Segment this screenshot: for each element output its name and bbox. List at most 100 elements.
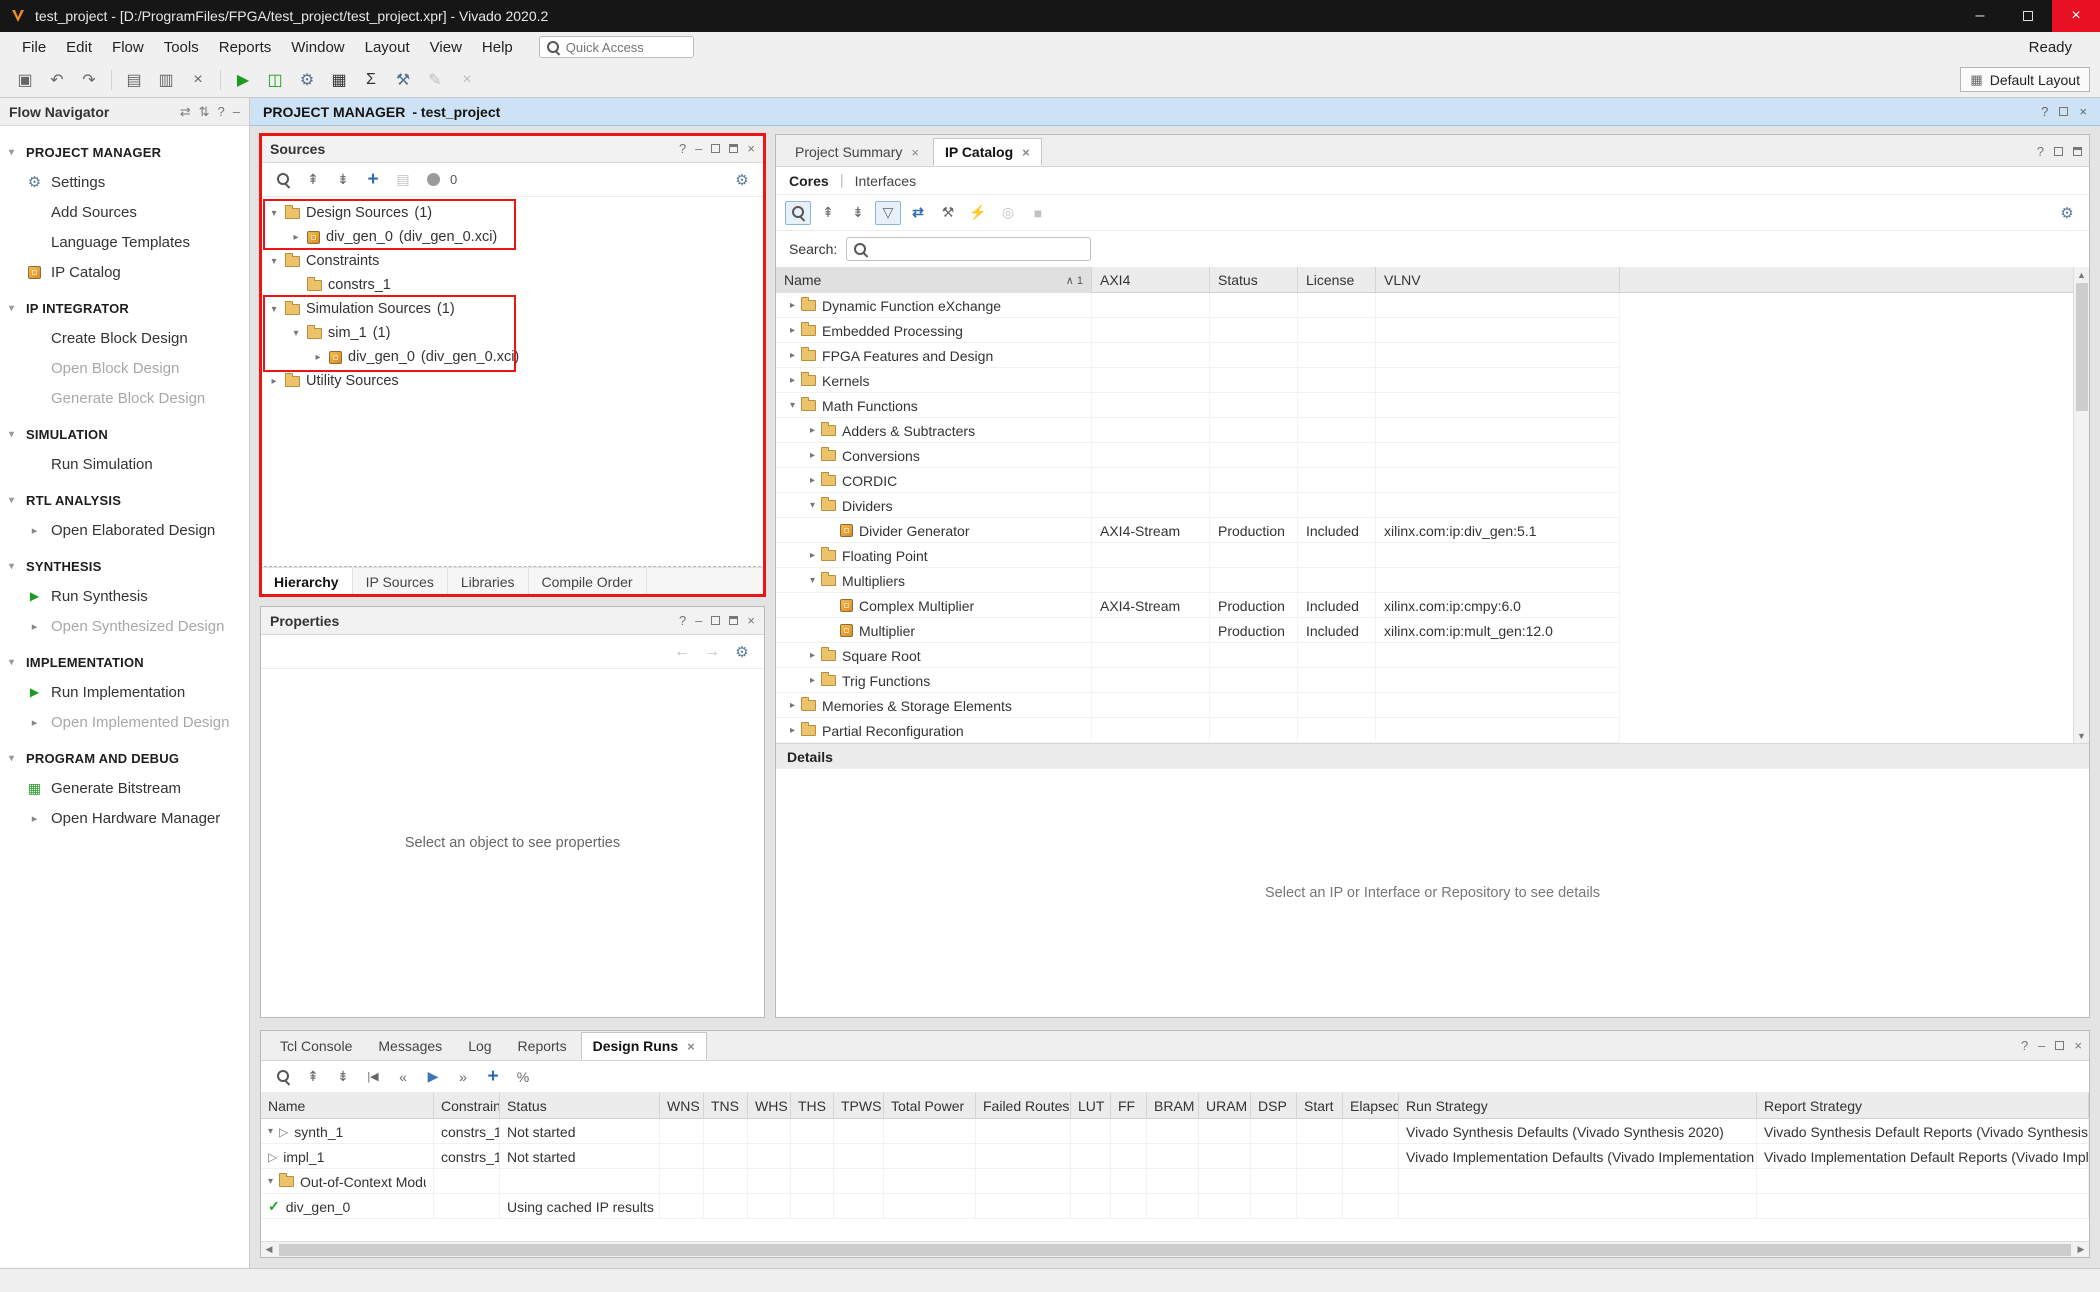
column-header[interactable]: Status bbox=[500, 1093, 660, 1119]
menu-flow[interactable]: Flow bbox=[102, 35, 154, 60]
menu-tools[interactable]: Tools bbox=[154, 35, 209, 60]
help-icon[interactable]: ? bbox=[218, 104, 225, 119]
settings-gear-icon[interactable]: ⚙ bbox=[292, 67, 322, 93]
section-header-ip-integrator[interactable]: ▾ IP INTEGRATOR bbox=[0, 294, 249, 323]
run-row-impl-1[interactable]: ▷impl_1 constrs_1 Not started Vivado Imp… bbox=[261, 1144, 2089, 1169]
chevron-right-icon[interactable]: ▸ bbox=[790, 725, 795, 736]
section-header-simulation[interactable]: ▾ SIMULATION bbox=[0, 420, 249, 449]
column-header[interactable]: TPWS bbox=[834, 1093, 884, 1119]
chevron-down-icon[interactable]: ▾ bbox=[790, 400, 795, 411]
collapse-all-icon[interactable]: ⇞ bbox=[815, 201, 841, 225]
paste-icon[interactable]: ▥ bbox=[151, 67, 181, 93]
chevron-right-icon[interactable]: ▸ bbox=[790, 300, 795, 311]
run-icon[interactable]: ▶ bbox=[228, 67, 258, 93]
tab-design-runs[interactable]: Design Runs × bbox=[581, 1032, 707, 1060]
column-header[interactable]: THS bbox=[791, 1093, 834, 1119]
column-header[interactable]: FF bbox=[1111, 1093, 1147, 1119]
program-device-icon[interactable]: ◫ bbox=[260, 67, 290, 93]
catalog-row-partial-reconfiguration[interactable]: ▸Partial Reconfiguration bbox=[776, 718, 1620, 743]
sidebar-item-run-simulation[interactable]: Run Simulation bbox=[0, 449, 249, 479]
layout-selector[interactable]: ▦ Default Layout bbox=[1960, 67, 2090, 92]
section-header-synthesis[interactable]: ▾ SYNTHESIS bbox=[0, 552, 249, 581]
float-icon[interactable] bbox=[711, 616, 720, 625]
scroll-left-icon[interactable]: ◀ bbox=[261, 1244, 277, 1255]
minimize-icon[interactable]: – bbox=[2038, 1038, 2045, 1053]
column-header[interactable]: Name bbox=[261, 1093, 434, 1119]
search-icon[interactable] bbox=[270, 1065, 296, 1089]
column-header[interactable]: DSP bbox=[1251, 1093, 1297, 1119]
float-icon[interactable] bbox=[2054, 147, 2063, 156]
chevron-right-icon[interactable]: ▸ bbox=[313, 352, 323, 363]
chevron-down-icon[interactable]: ▾ bbox=[291, 328, 301, 339]
sidebar-item-language-templates[interactable]: Language Templates bbox=[0, 227, 249, 257]
catalog-row-math-functions[interactable]: ▾Math Functions bbox=[776, 393, 1620, 418]
fast-backward-icon[interactable]: « bbox=[390, 1065, 416, 1089]
help-icon[interactable]: ? bbox=[679, 613, 686, 628]
tab-log[interactable]: Log bbox=[456, 1032, 503, 1060]
chevron-right-icon[interactable]: ▸ bbox=[810, 425, 815, 436]
column-header[interactable]: Report Strategy bbox=[1757, 1093, 2089, 1119]
tab-reports[interactable]: Reports bbox=[506, 1032, 579, 1060]
undo-icon[interactable]: ↶ bbox=[42, 67, 72, 93]
run-icon[interactable]: ▶ bbox=[420, 1065, 446, 1089]
close-icon[interactable]: × bbox=[2079, 104, 2087, 119]
column-header[interactable]: Run Strategy bbox=[1399, 1093, 1757, 1119]
tree-row-constraints[interactable]: ▾ Constraints bbox=[261, 249, 764, 273]
chevron-right-icon[interactable]: ▸ bbox=[269, 376, 279, 387]
expand-all-icon[interactable]: ⇟ bbox=[330, 1065, 356, 1089]
filter-icon[interactable]: ▽ bbox=[875, 201, 901, 225]
catalog-row-complex-multiplier[interactable]: Complex Multiplier AXI4-Stream Productio… bbox=[776, 593, 1620, 618]
column-header[interactable]: WHS bbox=[748, 1093, 791, 1119]
column-header[interactable]: URAM bbox=[1199, 1093, 1251, 1119]
chevron-right-icon[interactable]: ▸ bbox=[790, 375, 795, 386]
catalog-row-trig-functions[interactable]: ▸Trig Functions bbox=[776, 668, 1620, 693]
tree-row-constrs-1[interactable]: constrs_1 bbox=[261, 273, 764, 297]
help-icon[interactable]: ? bbox=[2041, 104, 2048, 119]
catalog-row-memories-storage[interactable]: ▸Memories & Storage Elements bbox=[776, 693, 1620, 718]
search-icon[interactable] bbox=[270, 168, 296, 192]
save-icon[interactable]: ▣ bbox=[10, 67, 40, 93]
menu-help[interactable]: Help bbox=[472, 35, 523, 60]
column-header-vlnv[interactable]: VLNV bbox=[1376, 267, 1620, 293]
collapse-all-icon[interactable]: ⇞ bbox=[300, 1065, 326, 1089]
chevron-right-icon[interactable]: ▸ bbox=[810, 550, 815, 561]
tree-row-design-sources[interactable]: ▾ Design Sources (1) bbox=[261, 201, 764, 225]
chevron-right-icon[interactable]: ▸ bbox=[810, 675, 815, 686]
close-icon[interactable]: × bbox=[747, 613, 755, 628]
tab-messages[interactable]: Messages bbox=[366, 1032, 454, 1060]
chevron-down-icon[interactable]: ▾ bbox=[268, 1176, 273, 1187]
column-header-axi4[interactable]: AXI4 bbox=[1092, 267, 1210, 293]
sidebar-item-ip-catalog[interactable]: IP Catalog bbox=[0, 257, 249, 287]
chevron-right-icon[interactable]: ▸ bbox=[810, 650, 815, 661]
section-header-project-manager[interactable]: ▾ PROJECT MANAGER bbox=[0, 138, 249, 167]
section-header-program-and-debug[interactable]: ▾ PROGRAM AND DEBUG bbox=[0, 744, 249, 773]
chevron-right-icon[interactable]: ▸ bbox=[810, 450, 815, 461]
catalog-row-conversions[interactable]: ▸Conversions bbox=[776, 443, 1620, 468]
column-header-license[interactable]: License bbox=[1298, 267, 1376, 293]
sidebar-item-add-sources[interactable]: Add Sources bbox=[0, 197, 249, 227]
menu-reports[interactable]: Reports bbox=[209, 35, 282, 60]
tree-row-div-gen-0[interactable]: ▸ div_gen_0 (div_gen_0.xci) bbox=[261, 225, 764, 249]
gear-icon[interactable]: ⚙ bbox=[2054, 201, 2080, 225]
catalog-row-kernels[interactable]: ▸Kernels bbox=[776, 368, 1620, 393]
expand-all-icon[interactable]: ⇟ bbox=[845, 201, 871, 225]
scrollbar-thumb[interactable] bbox=[2076, 283, 2088, 411]
close-icon[interactable]: × bbox=[687, 1039, 695, 1054]
scroll-down-icon[interactable]: ▼ bbox=[2077, 728, 2086, 743]
column-header[interactable]: LUT bbox=[1071, 1093, 1111, 1119]
chevron-down-icon[interactable]: ▾ bbox=[269, 256, 279, 267]
tab-tcl-console[interactable]: Tcl Console bbox=[268, 1032, 364, 1060]
menu-edit[interactable]: Edit bbox=[56, 35, 102, 60]
bolt-icon[interactable]: ⚡ bbox=[965, 201, 991, 225]
run-row-div-gen-0[interactable]: ✓div_gen_0 Using cached IP results bbox=[261, 1194, 2089, 1219]
close-icon[interactable]: × bbox=[2074, 1038, 2082, 1053]
chevron-right-icon[interactable]: ▸ bbox=[790, 350, 795, 361]
chevron-down-icon[interactable]: ▾ bbox=[268, 1126, 273, 1137]
close-icon[interactable]: × bbox=[747, 141, 755, 156]
chevron-right-icon[interactable]: ▸ bbox=[790, 700, 795, 711]
chevron-right-icon[interactable]: ▸ bbox=[790, 325, 795, 336]
gear-icon[interactable]: ⚙ bbox=[729, 168, 755, 192]
tab-ip-sources[interactable]: IP Sources bbox=[353, 568, 448, 595]
float-icon[interactable] bbox=[2055, 1041, 2064, 1050]
column-header[interactable]: Constraints bbox=[434, 1093, 500, 1119]
